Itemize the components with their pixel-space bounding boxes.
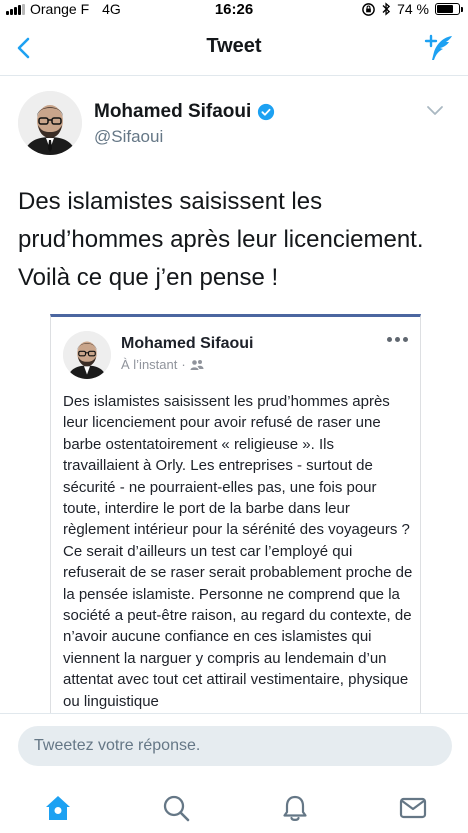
avatar-portrait-icon <box>18 91 82 155</box>
embed-separator: · <box>181 357 186 372</box>
navigation-header: Tweet <box>0 20 468 76</box>
chevron-down-icon[interactable] <box>426 105 444 117</box>
author-name-row: Mohamed Sifaoui <box>94 101 275 123</box>
search-icon[interactable] <box>161 793 191 823</box>
author-name[interactable]: Mohamed Sifaoui <box>94 101 251 123</box>
embed-author-name: Mohamed Sifaoui <box>121 335 254 352</box>
status-bar: Orange F 4G 16:26 74 % <box>0 0 468 20</box>
envelope-icon[interactable] <box>398 793 428 823</box>
embed-avatar-portrait-icon <box>63 331 111 379</box>
author-handle[interactable]: @Sifaoui <box>94 127 275 147</box>
bell-icon[interactable] <box>280 793 310 823</box>
friends-audience-icon <box>190 359 204 370</box>
attached-image[interactable]: Mohamed Sifaoui À l’instant · Des islami… <box>50 314 421 713</box>
battery-percent: 74 % <box>397 1 429 17</box>
page-title: Tweet <box>206 35 262 57</box>
avatar[interactable] <box>18 91 82 155</box>
more-options-icon <box>387 337 408 342</box>
tweet-author[interactable]: Mohamed Sifaoui @Sifaoui <box>18 91 275 155</box>
tweet-detail: Mohamed Sifaoui @Sifaoui Des islamistes … <box>0 77 468 713</box>
reply-input[interactable] <box>18 726 452 766</box>
embed-timestamp: À l’instant · <box>121 357 204 372</box>
verified-badge-icon <box>258 103 275 121</box>
home-icon[interactable] <box>43 793 73 823</box>
tweet-text: Des islamistes saisissent les prud’homme… <box>18 188 424 291</box>
compose-tweet-icon[interactable] <box>420 30 456 66</box>
status-right: 74 % <box>361 1 463 17</box>
battery-icon <box>435 3 463 15</box>
battery-fill <box>437 5 453 13</box>
tab-bar <box>0 777 468 833</box>
bluetooth-icon <box>382 2 391 16</box>
embed-post-text: Des islamistes saisissent les prud’homme… <box>63 393 413 710</box>
reply-bar <box>0 713 468 777</box>
embed-avatar <box>63 331 111 379</box>
embed-time-text: À l’instant <box>121 357 178 372</box>
rotation-lock-icon <box>362 2 375 16</box>
author-names: Mohamed Sifaoui @Sifaoui <box>94 101 275 155</box>
